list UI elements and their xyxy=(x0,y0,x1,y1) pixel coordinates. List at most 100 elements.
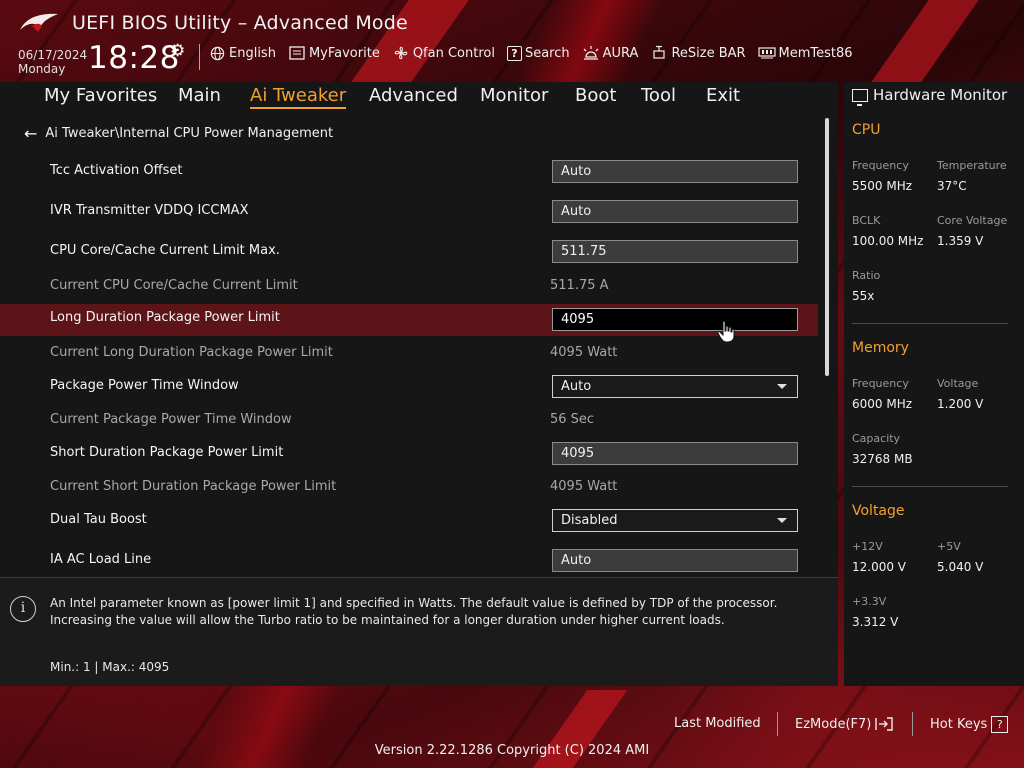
setting-label: Tcc Activation Offset xyxy=(50,163,183,178)
tab-advanced[interactable]: Advanced xyxy=(369,82,458,106)
clock-display[interactable]: 18:28 xyxy=(88,40,180,76)
last-modified-label: Last Modified xyxy=(674,716,761,731)
monitor-icon xyxy=(852,88,868,106)
dropdown-value: Disabled xyxy=(561,513,618,528)
cpu-temperature-value: 37°C xyxy=(937,179,967,193)
setting-value-field[interactable]: Auto xyxy=(552,200,798,223)
aura-label: AURA xyxy=(602,45,639,61)
info-label: Current Long Duration Package Power Limi… xyxy=(50,345,333,360)
chevron-down-icon xyxy=(777,518,787,523)
setting-dropdown[interactable]: Auto xyxy=(552,375,798,398)
resize-bar-button[interactable]: ReSize BAR xyxy=(650,44,746,62)
setting-row[interactable]: IVR Transmitter VDDQ ICCMAX Auto xyxy=(0,196,818,228)
menu-tabs: My Favorites Main Ai Tweaker Advanced Mo… xyxy=(0,82,838,112)
tab-tool[interactable]: Tool xyxy=(641,82,676,106)
day-display: Monday xyxy=(18,62,66,76)
search-button[interactable]: ? Search xyxy=(506,45,570,61)
setting-row[interactable]: Short Duration Package Power Limit 4095 xyxy=(0,438,818,470)
language-label: English xyxy=(229,45,276,61)
rog-logo-icon xyxy=(20,13,58,32)
qfan-control-button[interactable]: Qfan Control xyxy=(392,44,495,62)
hand-cursor-icon xyxy=(716,320,738,350)
qfan-control-label: Qfan Control xyxy=(412,45,495,61)
info-row: Current Short Duration Package Power Lim… xyxy=(0,472,818,504)
tab-ai-tweaker[interactable]: Ai Tweaker xyxy=(250,82,347,109)
exit-to-ezmode-icon xyxy=(874,716,894,732)
setting-row[interactable]: IA AC Load Line Auto xyxy=(0,545,818,577)
help-panel: i An Intel parameter known as [power lim… xyxy=(0,578,838,686)
hot-keys-label: Hot Keys xyxy=(930,717,988,732)
back-arrow-icon[interactable]: ← xyxy=(24,124,37,143)
setting-label: IVR Transmitter VDDQ ICCMAX xyxy=(50,203,249,218)
v5-label: +5V xyxy=(937,540,961,553)
myfavorite-button[interactable]: MyFavorite xyxy=(288,44,380,62)
myfavorite-label: MyFavorite xyxy=(308,45,380,61)
tab-exit[interactable]: Exit xyxy=(706,82,740,106)
aura-light-icon xyxy=(582,44,600,62)
breadcrumb-path: Ai Tweaker\Internal CPU Power Management xyxy=(45,126,334,141)
footer-divider xyxy=(777,712,778,736)
value-range: Min.: 1 | Max.: 4095 xyxy=(50,660,170,674)
tab-my-favorites[interactable]: My Favorites xyxy=(44,82,157,106)
toolbar: English MyFavorite Qfan Control ? Search… xyxy=(208,44,865,62)
setting-value-field[interactable]: Auto xyxy=(552,160,798,183)
help-question-icon: ? xyxy=(991,716,1009,733)
v5-value: 5.040 V xyxy=(937,560,984,574)
memory-capacity-label: Capacity xyxy=(852,432,901,445)
memtest-label: MemTest86 xyxy=(778,45,853,61)
info-row: Current Package Power Time Window 56 Sec xyxy=(0,405,818,437)
voltage-heading: Voltage xyxy=(852,503,905,519)
favorite-icon xyxy=(288,44,306,62)
last-modified-button[interactable]: Last Modified xyxy=(674,716,761,731)
ratio-value: 55x xyxy=(852,289,875,303)
memory-frequency-value: 6000 MHz xyxy=(852,397,913,411)
setting-row[interactable]: Dual Tau Boost Disabled xyxy=(0,505,818,537)
cpu-heading: CPU xyxy=(852,122,881,138)
breadcrumb: ← Ai Tweaker\Internal CPU Power Manageme… xyxy=(24,124,333,143)
memtest-button[interactable]: MemTest86 xyxy=(757,44,853,62)
fan-icon xyxy=(392,44,410,62)
v12-label: +12V xyxy=(852,540,883,553)
setting-row-selected[interactable]: Long Duration Package Power Limit 4095 xyxy=(0,304,818,336)
tab-boot[interactable]: Boot xyxy=(575,82,616,106)
gear-icon[interactable]: ⚙ xyxy=(170,41,185,61)
setting-value-input[interactable]: 4095 xyxy=(552,308,798,331)
ezmode-button[interactable]: EzMode(F7) xyxy=(795,716,894,732)
scrollbar-thumb[interactable] xyxy=(825,118,829,376)
ezmode-label: EzMode(F7) xyxy=(795,716,872,732)
setting-value-field[interactable]: 4095 xyxy=(552,442,798,465)
memory-voltage-value: 1.200 V xyxy=(937,397,984,411)
cpu-frequency-label: Frequency xyxy=(852,159,909,172)
memtest-icon xyxy=(757,44,776,62)
setting-label: Short Duration Package Power Limit xyxy=(50,445,284,460)
v12-value: 12.000 V xyxy=(852,560,907,574)
resize-bar-icon xyxy=(650,44,668,62)
cpu-frequency-value: 5500 MHz xyxy=(852,179,913,193)
help-description: An Intel parameter known as [power limit… xyxy=(50,596,778,627)
setting-dropdown[interactable]: Disabled xyxy=(552,509,798,532)
section-divider xyxy=(852,323,1008,324)
aura-button[interactable]: AURA xyxy=(582,44,639,62)
v33-label: +3.3V xyxy=(852,595,887,608)
info-label: Current CPU Core/Cache Current Limit xyxy=(50,278,298,293)
date-display: 06/17/2024 xyxy=(18,48,88,62)
memory-frequency-label: Frequency xyxy=(852,377,909,390)
language-button[interactable]: English xyxy=(208,44,276,62)
setting-label: CPU Core/Cache Current Limit Max. xyxy=(50,243,280,258)
setting-row[interactable]: CPU Core/Cache Current Limit Max. 511.75 xyxy=(0,236,818,268)
tab-main[interactable]: Main xyxy=(178,82,221,106)
setting-row[interactable]: Tcc Activation Offset Auto xyxy=(0,156,818,188)
ratio-label: Ratio xyxy=(852,269,881,282)
setting-value-field[interactable]: 511.75 xyxy=(552,240,798,263)
setting-label: Long Duration Package Power Limit xyxy=(50,310,280,325)
info-row: Current Long Duration Package Power Limi… xyxy=(0,338,818,370)
setting-label: Package Power Time Window xyxy=(50,378,239,393)
setting-row[interactable]: Package Power Time Window Auto xyxy=(0,371,818,403)
core-voltage-label: Core Voltage xyxy=(937,214,1008,227)
hot-keys-button[interactable]: Hot Keys ? xyxy=(930,716,1009,733)
info-icon: i xyxy=(10,596,36,622)
tab-monitor[interactable]: Monitor xyxy=(480,82,548,106)
setting-label: IA AC Load Line xyxy=(50,552,152,567)
resize-bar-label: ReSize BAR xyxy=(671,45,746,61)
setting-value-field[interactable]: Auto xyxy=(552,549,798,572)
